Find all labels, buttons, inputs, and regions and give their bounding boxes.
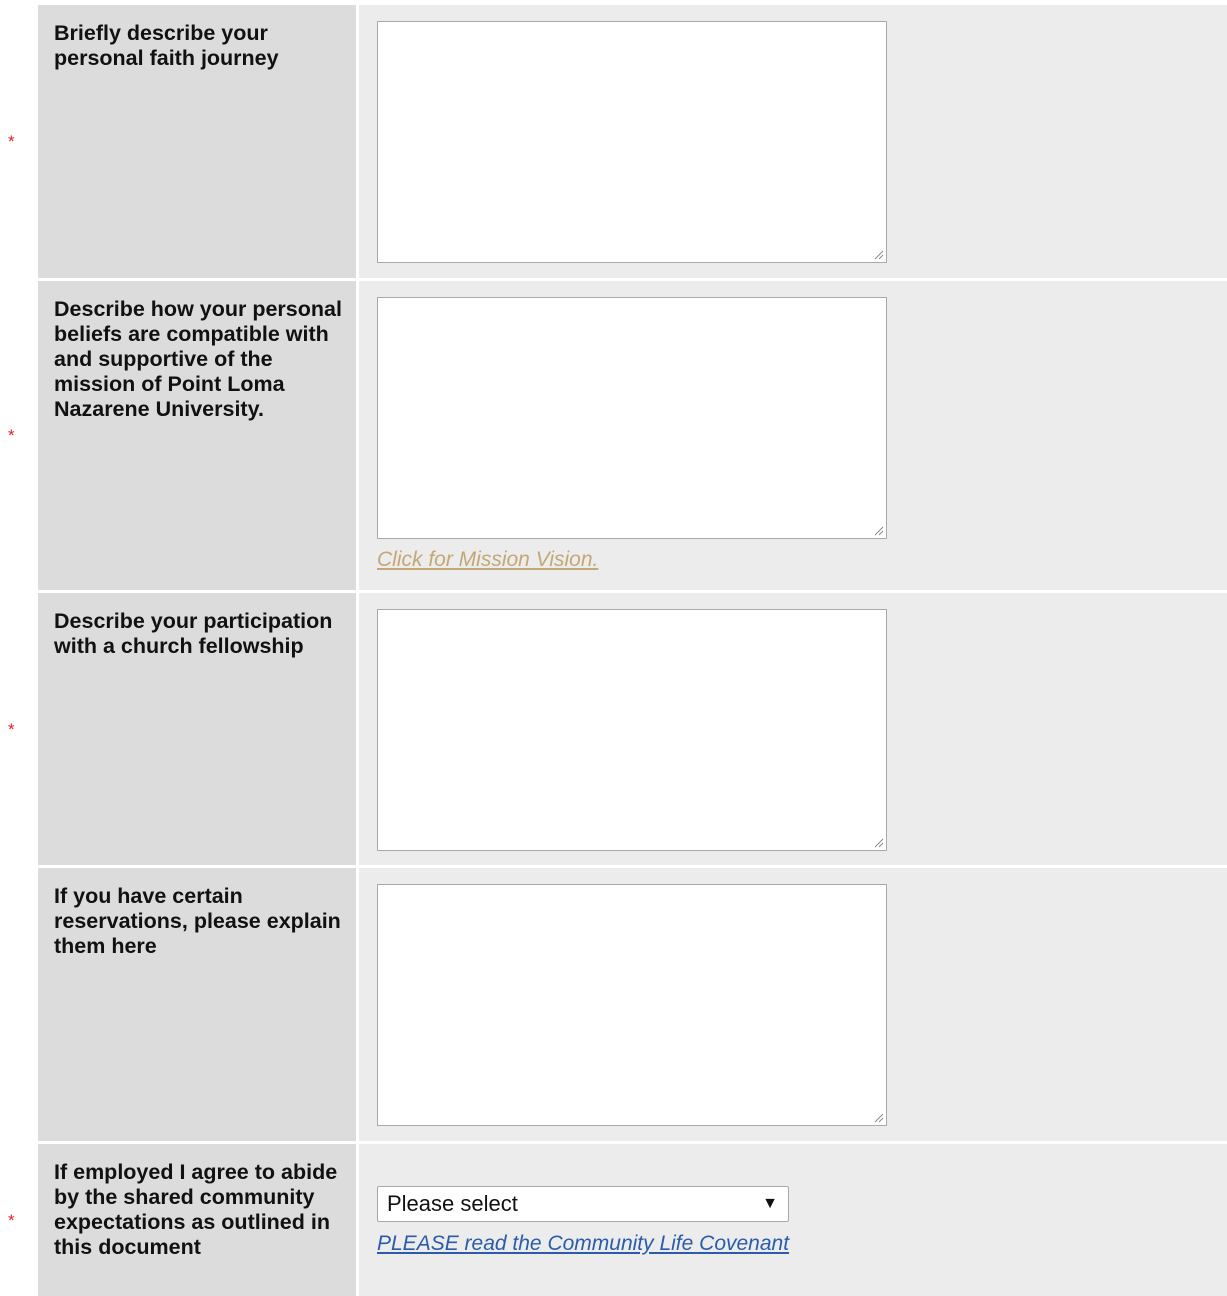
mission-compatibility-textarea[interactable] [377, 297, 887, 539]
required-cell-empty [0, 868, 38, 1141]
question-label-community-expectations: If employed I agree to abide by the shar… [38, 1144, 356, 1296]
question-label-church-fellowship: Describe your participation with a churc… [38, 593, 356, 865]
resize-handle-icon[interactable] [872, 524, 884, 536]
community-life-covenant-link[interactable]: PLEASE read the Community Life Covenant [377, 1232, 789, 1256]
required-asterisk: * [0, 593, 38, 865]
reservations-textarea[interactable] [377, 884, 887, 1126]
church-fellowship-textarea[interactable] [377, 609, 887, 851]
community-expectations-select[interactable]: Please select ▼ [377, 1186, 789, 1222]
resize-handle-icon[interactable] [872, 248, 884, 260]
required-asterisk: * [0, 1144, 38, 1296]
answer-cell [359, 5, 1227, 278]
answer-cell [359, 868, 1227, 1141]
faith-questions-form: * Briefly describe your personal faith j… [0, 0, 1227, 1296]
required-asterisk: * [0, 281, 38, 590]
mission-vision-link[interactable]: Click for Mission Vision. [377, 548, 598, 572]
required-asterisk: * [0, 5, 38, 278]
select-value: Please select [387, 1191, 518, 1216]
question-label-mission-compatibility: Describe how your personal beliefs are c… [38, 281, 356, 590]
answer-cell: Please select ▼ PLEASE read the Communit… [359, 1144, 1227, 1296]
dropdown-arrow-icon: ▼ [762, 1195, 778, 1212]
resize-handle-icon[interactable] [872, 836, 884, 848]
answer-cell: Click for Mission Vision. [359, 281, 1227, 590]
faith-journey-textarea[interactable] [377, 21, 887, 263]
answer-cell [359, 593, 1227, 865]
question-label-reservations: If you have certain reservations, please… [38, 868, 356, 1141]
question-label-faith-journey: Briefly describe your personal faith jou… [38, 5, 356, 278]
resize-handle-icon[interactable] [872, 1111, 884, 1123]
